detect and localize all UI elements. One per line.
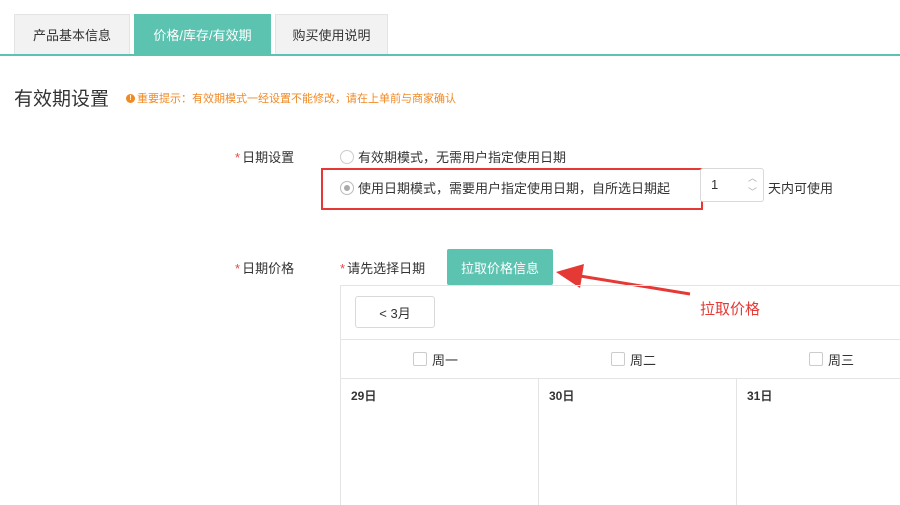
- day-cell[interactable]: 31日: [737, 379, 900, 505]
- weekday-label: 周三: [828, 352, 855, 368]
- day-number: 30日: [549, 389, 575, 403]
- weekday-wednesday[interactable]: 周三: [809, 340, 854, 378]
- weekday-label: 周一: [432, 352, 459, 368]
- weekday-label: 周二: [630, 352, 657, 368]
- price-calendar: < 3月 周一 周二 周三 29日 30日 31日: [340, 285, 900, 505]
- prev-month-button[interactable]: < 3月: [355, 296, 435, 328]
- day-number: 29日: [351, 389, 377, 403]
- day-cell[interactable]: 30日: [539, 379, 737, 505]
- weekday-monday[interactable]: 周一: [413, 340, 458, 378]
- day-number: 31日: [747, 389, 773, 403]
- checkbox[interactable]: [809, 352, 823, 366]
- weekday-tuesday[interactable]: 周二: [611, 340, 656, 378]
- weekday-header: 周一 周二 周三: [341, 339, 900, 379]
- checkbox[interactable]: [413, 352, 427, 366]
- checkbox[interactable]: [611, 352, 625, 366]
- day-cell[interactable]: 29日: [341, 379, 539, 505]
